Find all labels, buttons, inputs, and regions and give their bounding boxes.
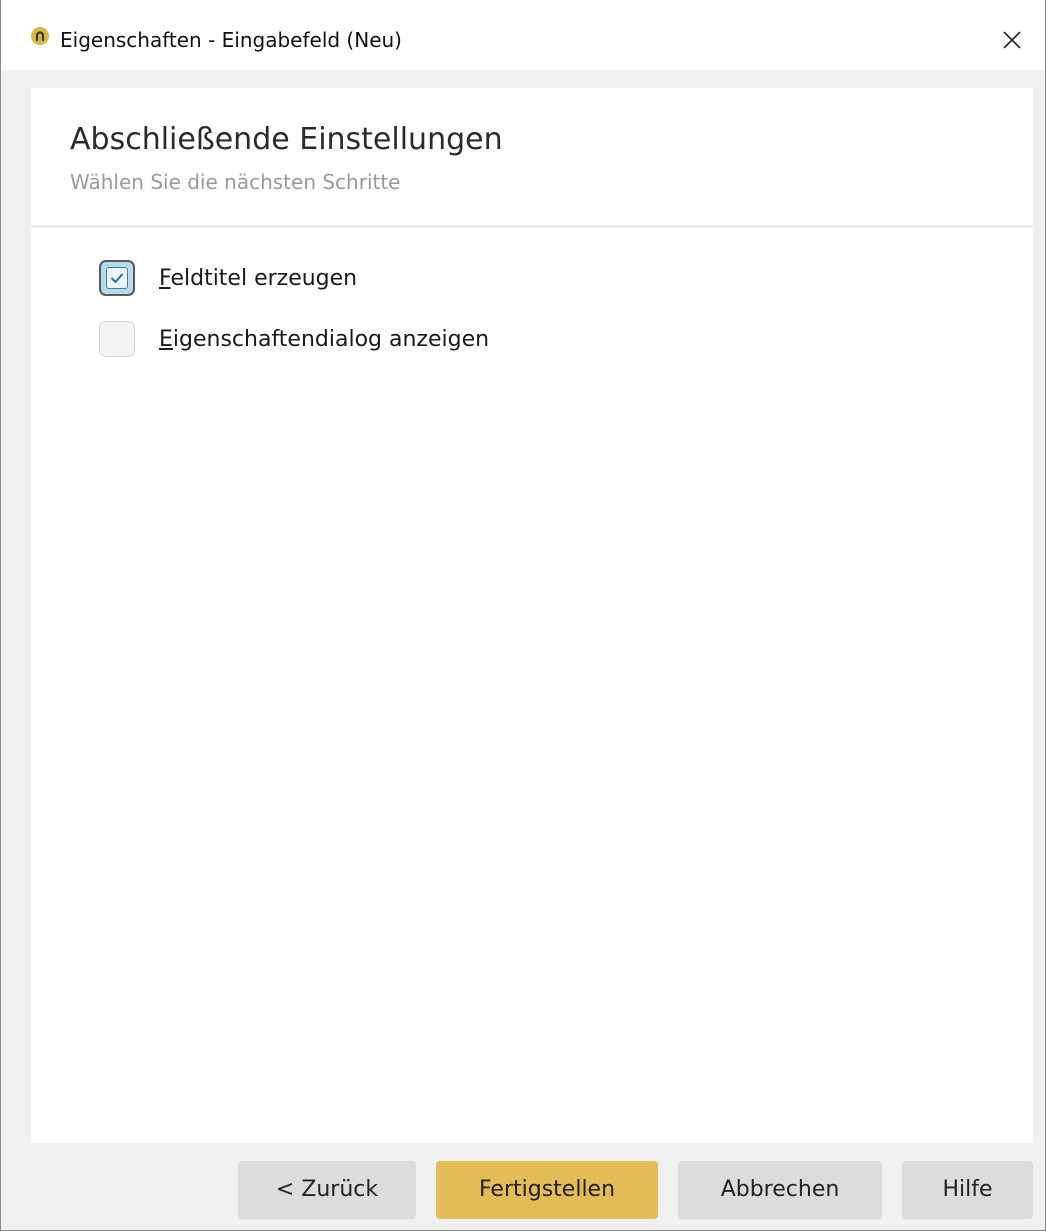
title-bar: Eigenschaften - Eingabefeld (Neu) [1, 0, 1045, 70]
feldtitel-label: Feldtitel erzeugen [159, 266, 357, 291]
page-subtitle: Wählen Sie die nächsten Schritte [70, 170, 401, 194]
button-bar: < Zurück Fertigstellen Abbrechen Hilfe [1, 1143, 1045, 1231]
close-icon [1003, 31, 1021, 49]
close-button[interactable] [979, 0, 1045, 80]
app-logo-icon [31, 27, 49, 45]
eigenschaftendialog-label: Eigenschaftendialog anzeigen [159, 327, 489, 352]
checkbox-inner [106, 267, 128, 289]
label-rest: eldtitel erzeugen [170, 265, 358, 291]
mnemonic-f: F [159, 265, 171, 291]
eigenschaftendialog-checkbox[interactable] [99, 321, 135, 357]
back-button[interactable]: < Zurück [238, 1161, 416, 1219]
window-title: Eigenschaften - Eingabefeld (Neu) [60, 28, 402, 52]
option-feldtitel-erzeugen[interactable]: Feldtitel erzeugen [99, 258, 357, 298]
dialog-window: Eigenschaften - Eingabefeld (Neu) Abschl… [0, 0, 1046, 1231]
checkmark-icon [111, 273, 123, 283]
finish-button[interactable]: Fertigstellen [436, 1161, 658, 1219]
label-rest: igenschaftendialog anzeigen [172, 326, 490, 352]
wizard-header: Abschließende Einstellungen Wählen Sie d… [31, 88, 1033, 228]
cancel-button[interactable]: Abbrechen [678, 1161, 882, 1219]
help-button[interactable]: Hilfe [902, 1161, 1033, 1219]
content-panel: Abschließende Einstellungen Wählen Sie d… [31, 88, 1033, 1143]
mnemonic-e: E [159, 326, 173, 352]
page-title: Abschließende Einstellungen [70, 122, 503, 157]
option-eigenschaftendialog-anzeigen[interactable]: Eigenschaftendialog anzeigen [99, 319, 489, 359]
feldtitel-checkbox[interactable] [99, 260, 135, 296]
